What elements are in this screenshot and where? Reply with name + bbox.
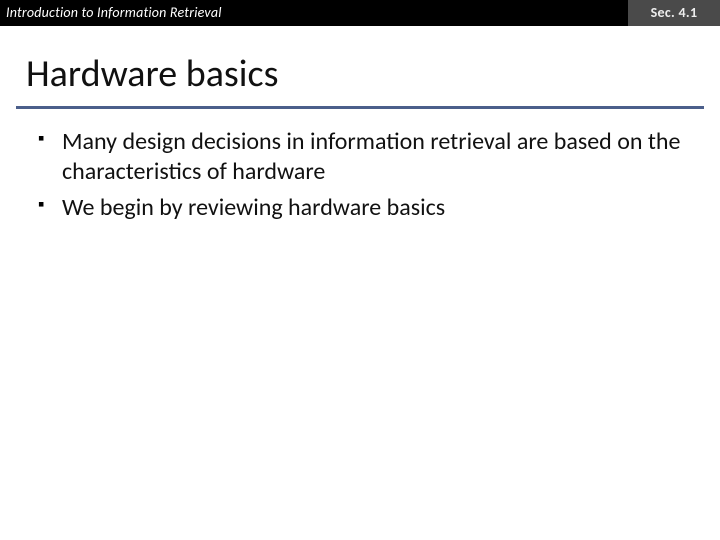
list-item: Many design decisions in information ret… [32, 127, 688, 187]
section-label: Sec. 4.1 [628, 0, 720, 26]
list-item: We begin by reviewing hardware basics [32, 193, 688, 223]
slide-header: Introduction to Information Retrieval Se… [0, 0, 720, 26]
bullet-list: Many design decisions in information ret… [32, 127, 688, 223]
slide-title: Hardware basics [26, 54, 694, 96]
course-title: Introduction to Information Retrieval [0, 0, 628, 26]
slide-body: Many design decisions in information ret… [0, 109, 720, 223]
title-area: Hardware basics [0, 26, 720, 100]
